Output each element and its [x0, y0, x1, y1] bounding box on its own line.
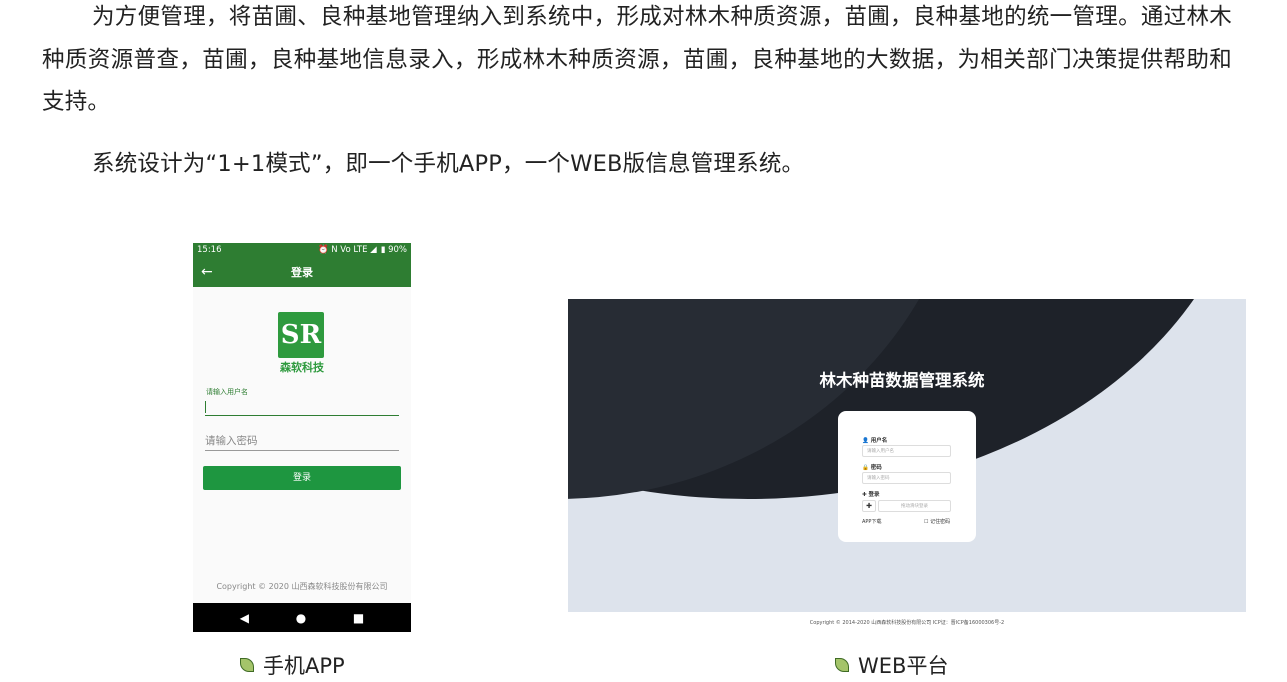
design-paragraph: 系统设计为“1+1模式”，即一个手机APP，一个WEB版信息管理系统。: [92, 151, 805, 177]
phone-caption-text: 手机APP: [263, 654, 345, 678]
phone-login-button[interactable]: 登录: [203, 466, 401, 490]
phone-page-title: 登录: [291, 266, 313, 279]
android-nav-bar: ◀ ● ■: [193, 603, 411, 632]
phone-app-screenshot: 15:16 ⏰ N Vo LTE ◢ ▮ 90% ← 登录 SR 森软科技 请输…: [193, 243, 411, 632]
nav-recent-icon[interactable]: ■: [353, 611, 364, 625]
text-cursor: [205, 401, 206, 413]
phone-app-bar: ← 登录: [193, 257, 411, 287]
nav-back-icon[interactable]: ◀: [240, 611, 249, 625]
slider-handle[interactable]: ✚: [862, 500, 876, 512]
web-password-label: 🔒 密码: [862, 465, 882, 471]
nav-home-icon[interactable]: ●: [296, 611, 306, 625]
back-arrow-icon[interactable]: ←: [201, 264, 213, 280]
web-login-label: ✚ 登录: [862, 492, 880, 498]
username-label: 请输入用户名: [206, 388, 248, 396]
status-time: 15:16: [197, 245, 222, 255]
web-username-label: 👤 用户名: [862, 438, 888, 444]
slider-captcha[interactable]: 拖动滑块登录: [878, 500, 951, 512]
leaf-bullet-icon: [835, 658, 849, 672]
intro-paragraph: 为方便管理，将苗圃、良种基地管理纳入到系统中，形成对林木种质资源，苗圃，良种基地…: [42, 4, 1232, 115]
web-caption: WEB平台: [835, 650, 948, 680]
phone-caption: 手机APP: [240, 650, 345, 680]
status-icons: ⏰ N Vo LTE ◢: [317, 245, 377, 255]
remember-password-checkbox[interactable]: ☐ 记住密码: [924, 518, 950, 525]
company-name: 森软科技: [280, 361, 324, 374]
battery-indicator: ▮ 90%: [380, 245, 407, 255]
phone-password-input[interactable]: 请输入密码: [205, 432, 399, 451]
app-download-link[interactable]: APP下载: [862, 518, 881, 525]
phone-copyright: Copyright © 2020 山西森软科技股份有限公司: [216, 582, 388, 591]
web-system-title: 林木种苗数据管理系统: [819, 371, 985, 390]
web-login-card: 👤 用户名 请输入用户名 🔒 密码 请输入密码 ✚ 登录 ✚ 拖动滑块登录 AP…: [838, 411, 976, 542]
phone-username-input[interactable]: [205, 399, 399, 416]
company-logo: SR: [278, 312, 324, 358]
leaf-bullet-icon: [240, 658, 254, 672]
web-password-input[interactable]: 请输入密码: [862, 472, 951, 484]
phone-status-bar: 15:16 ⏰ N Vo LTE ◢ ▮ 90%: [193, 243, 411, 257]
web-platform-screenshot: 林木种苗数据管理系统 👤 用户名 请输入用户名 🔒 密码 请输入密码 ✚ 登录 …: [568, 299, 1246, 612]
web-copyright: Copyright © 2014-2020 山西森软科技股份有限公司 ICP证：…: [809, 620, 1005, 626]
web-caption-text: WEB平台: [858, 654, 949, 678]
web-username-input[interactable]: 请输入用户名: [862, 445, 951, 457]
